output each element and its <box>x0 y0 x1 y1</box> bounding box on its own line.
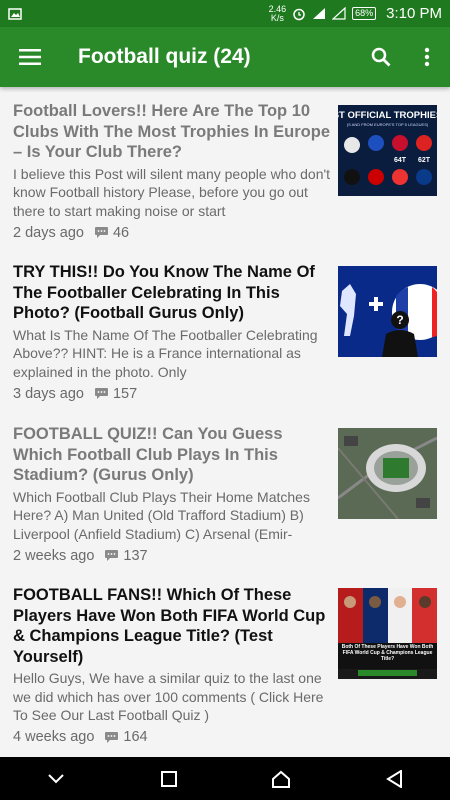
comment-count-value: 157 <box>112 385 138 402</box>
post-item[interactable]: FOOTBALL QUIZ!! Can You Guess Which Foot… <box>0 411 450 573</box>
comment-count-value: 164 <box>123 729 148 745</box>
thumb-caption: ST OFFICIAL TROPHIES <box>338 110 437 121</box>
home-button[interactable] <box>251 757 311 800</box>
post-headline[interactable]: TRY THIS!! Do You Know The Name Of The F… <box>13 262 333 324</box>
thumb-value: 64T <box>394 157 407 164</box>
comment-count[interactable]: 46 <box>94 225 129 241</box>
chevron-down-icon <box>48 773 64 783</box>
post-meta: 2 days ago 46 <box>13 225 333 241</box>
home-icon <box>272 770 291 788</box>
overflow-menu-button[interactable] <box>404 27 450 87</box>
signal-icon <box>313 8 326 19</box>
hide-keyboard-button[interactable] <box>26 757 86 800</box>
menu-button[interactable] <box>0 27 60 87</box>
post-meta: 2 weeks ago 137 <box>13 548 333 564</box>
post-meta: 4 weeks ago 164 <box>13 729 333 745</box>
comment-count[interactable]: 164 <box>104 729 148 745</box>
post-list: Football Lovers!! Here Are The Top 10 Cl… <box>0 87 450 757</box>
post-age: 3 days ago <box>13 385 84 402</box>
page-title: Football quiz (24) <box>78 45 251 68</box>
recents-square-icon <box>160 770 177 787</box>
hamburger-menu-icon <box>19 49 41 65</box>
thumb-value: 62T <box>418 157 431 164</box>
app-bar: Football quiz (24) <box>0 27 450 87</box>
post-age: 2 days ago <box>13 224 84 241</box>
comment-count[interactable]: 137 <box>104 547 148 564</box>
back-triangle-icon <box>385 769 402 788</box>
post-age: 2 weeks ago <box>13 547 95 564</box>
status-time: 3:10 PM <box>386 5 442 22</box>
post-excerpt: Hello Guys, We have a similar quiz to th… <box>13 670 324 723</box>
post-excerpt: I believe this Post will silent many peo… <box>13 165 331 219</box>
thumb-subcaption: (S AND FROM EUROPE'S TOP 5 LEAGUES) <box>347 122 429 127</box>
comment-count-value: 46 <box>112 224 130 241</box>
battery-indicator: 68% <box>352 7 377 20</box>
post-excerpt: Which Football Club Plays Their Home Mat… <box>13 488 310 542</box>
post-item[interactable]: Football Lovers!! Here Are The Top 10 Cl… <box>0 87 450 249</box>
gallery-notification-icon <box>8 7 22 20</box>
post-headline[interactable]: FOOTBALL FANS!! Which Of These Players H… <box>13 585 333 667</box>
question-mark-glyph: ? <box>396 313 403 327</box>
recents-button[interactable] <box>139 757 199 800</box>
post-thumbnail[interactable] <box>338 428 437 519</box>
post-headline[interactable]: Football Lovers!! Here Are The Top 10 Cl… <box>13 101 333 163</box>
stadium-aerial-image <box>338 428 437 519</box>
comment-count-value: 137 <box>123 547 148 564</box>
comment-icon <box>105 731 119 743</box>
trophies-image: ST OFFICIAL TROPHIES (S AND FROM EUROPE'… <box>338 105 437 196</box>
comment-count[interactable]: 157 <box>94 386 137 402</box>
post-headline[interactable]: FOOTBALL QUIZ!! Can You Guess Which Foot… <box>13 424 333 486</box>
comment-icon <box>94 227 108 238</box>
network-speed: 2.46 K/s <box>269 4 287 23</box>
status-bar: 2.46 K/s 68% 3:10 PM <box>0 0 450 27</box>
footballer-silhouette-image: ? <box>338 266 437 357</box>
post-thumbnail[interactable]: ST OFFICIAL TROPHIES (S AND FROM EUROPE'… <box>338 105 437 196</box>
post-meta: 3 days ago 157 <box>13 386 333 402</box>
alarm-icon <box>293 8 305 20</box>
post-item[interactable]: FOOTBALL FANS!! Which Of These Players H… <box>0 573 450 757</box>
post-thumbnail[interactable]: Both Of These Players Have Won Both FIFA… <box>338 588 437 679</box>
post-excerpt: What Is The Name Of The Footballer Celeb… <box>13 326 318 380</box>
search-icon <box>371 47 391 67</box>
thumb-caption: Both Of These Players Have Won Both FIFA… <box>341 644 434 662</box>
comment-icon <box>105 550 119 561</box>
search-button[interactable] <box>358 27 404 87</box>
system-nav-bar <box>0 757 450 800</box>
post-thumbnail[interactable]: ? <box>338 266 437 357</box>
network-speed-unit: K/s <box>270 12 284 23</box>
post-item[interactable]: TRY THIS!! Do You Know The Name Of The F… <box>0 249 450 411</box>
players-image: Both Of These Players Have Won Both FIFA… <box>338 588 437 679</box>
comment-icon <box>94 388 108 399</box>
more-vert-icon <box>424 47 430 67</box>
post-age: 4 weeks ago <box>13 729 95 745</box>
back-button[interactable] <box>364 757 424 800</box>
signal-2-icon <box>332 7 346 20</box>
